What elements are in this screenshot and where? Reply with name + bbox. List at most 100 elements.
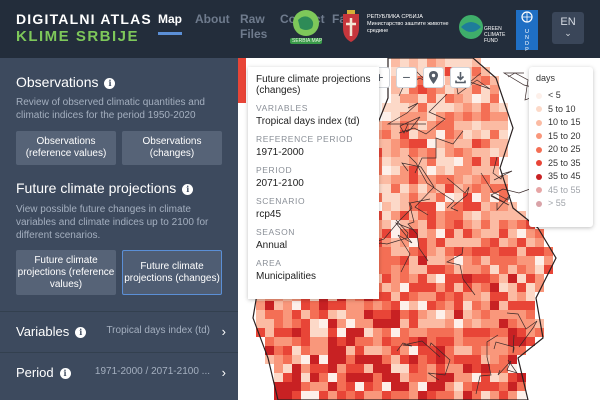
map-cell <box>418 283 427 292</box>
period-value: 1971-2000 / 2071-2100 ... <box>94 366 210 377</box>
legend-item[interactable]: 5 to 10 <box>536 103 586 117</box>
map-cell <box>418 355 427 364</box>
map-cell <box>400 256 409 265</box>
map-cell <box>454 94 463 103</box>
map-cell <box>337 301 346 310</box>
info-icon[interactable]: i <box>59 368 71 380</box>
map-cell <box>391 283 400 292</box>
legend-item[interactable]: 25 to 35 <box>536 157 586 171</box>
projections-reference-button[interactable]: Future climate projections (reference va… <box>16 250 116 295</box>
map-cell <box>508 274 517 283</box>
map-cell <box>454 175 463 184</box>
map-cell <box>373 310 382 319</box>
map-cell <box>463 364 472 373</box>
brand-subtitle[interactable]: KLIME SRBIJE <box>16 28 139 45</box>
map-cell <box>328 391 337 400</box>
map-cell <box>400 157 409 166</box>
map-cell <box>481 256 490 265</box>
green-climate-fund-icon[interactable] <box>456 12 486 42</box>
zoom-out-icon[interactable]: − <box>396 67 417 88</box>
map-cell <box>382 391 391 400</box>
map-cell <box>472 85 481 94</box>
variables-heading: Variables i <box>16 324 87 339</box>
map-cell <box>391 265 400 274</box>
map-cell <box>490 382 499 391</box>
chevron-right-icon: › <box>221 324 226 339</box>
map-cell <box>436 211 445 220</box>
map-cell <box>418 265 427 274</box>
map-cell <box>328 328 337 337</box>
map-cell <box>481 373 490 382</box>
map-cell <box>400 373 409 382</box>
nav-raw-files[interactable]: Raw Files <box>240 12 270 42</box>
nav-about[interactable]: About <box>195 12 230 27</box>
variables-value: Tropical days index (td) <box>106 325 210 336</box>
map-cell <box>454 247 463 256</box>
map-cell <box>445 346 454 355</box>
legend-item[interactable]: 10 to 15 <box>536 116 586 130</box>
nav-map[interactable]: Map <box>158 12 182 27</box>
variables-row[interactable]: Variables i Tropical days index (td) › <box>0 311 238 351</box>
observations-reference-button[interactable]: Observations (reference values) <box>16 131 116 165</box>
map-cell <box>445 247 454 256</box>
map-cell <box>427 310 436 319</box>
info-icon[interactable]: i <box>104 77 116 89</box>
legend-title: days <box>536 73 556 83</box>
legend-items: < 5 5 to 10 10 to 15 15 to 20 20 to 25 25 to … <box>536 89 586 211</box>
map-cell <box>391 130 400 139</box>
map-cell <box>400 355 409 364</box>
map-cell <box>535 238 544 247</box>
map-cell <box>436 229 445 238</box>
map-cell <box>463 292 472 301</box>
map-cell <box>373 382 382 391</box>
projections-description: View possible future changes in climate … <box>16 204 209 241</box>
legend-item[interactable]: 20 to 25 <box>536 143 586 157</box>
map-cell <box>490 130 499 139</box>
info-label-area: AREA <box>256 258 282 268</box>
map-cell <box>463 103 472 112</box>
info-icon[interactable]: i <box>182 183 194 195</box>
undp-logo[interactable]: U N D P <box>516 10 538 53</box>
map-cell <box>427 382 436 391</box>
brand-title[interactable]: DIGITALNI ATLAS <box>16 11 152 27</box>
map-cell <box>454 112 463 121</box>
map-cell <box>481 337 490 346</box>
map-cell <box>445 229 454 238</box>
map-cell <box>364 382 373 391</box>
map-cell <box>283 364 292 373</box>
legend-item[interactable]: > 55 <box>536 197 586 211</box>
map-cell <box>427 364 436 373</box>
map-cell <box>472 382 481 391</box>
location-pin-icon[interactable] <box>423 67 444 88</box>
map-cell <box>418 229 427 238</box>
map-cell <box>418 238 427 247</box>
language-selector[interactable]: EN ⌄ <box>552 12 584 44</box>
map-cell <box>337 355 346 364</box>
projections-changes-button[interactable]: Future climate projections (changes) <box>122 250 222 295</box>
legend-item[interactable]: < 5 <box>536 89 586 103</box>
info-icon[interactable]: i <box>75 327 87 339</box>
observations-changes-button[interactable]: Observations (changes) <box>122 131 222 165</box>
legend-item[interactable]: 45 to 55 <box>536 184 586 198</box>
map-cell <box>391 211 400 220</box>
map-cell <box>409 355 418 364</box>
map-cell <box>481 94 490 103</box>
legend-item[interactable]: 35 to 45 <box>536 170 586 184</box>
download-icon[interactable] <box>450 67 471 88</box>
map-cell <box>472 211 481 220</box>
map-cell <box>463 382 472 391</box>
info-value-season: Annual <box>256 240 288 251</box>
map-cell <box>292 391 301 400</box>
map-cell <box>301 364 310 373</box>
legend-item[interactable]: 15 to 20 <box>536 130 586 144</box>
map-cell <box>481 229 490 238</box>
coat-of-arms-icon[interactable] <box>340 10 362 44</box>
map-cell <box>499 301 508 310</box>
map-cell <box>508 301 517 310</box>
map-cell <box>454 364 463 373</box>
period-row[interactable]: Period i 1971-2000 / 2071-2100 ... › <box>0 352 238 392</box>
map-cell <box>409 139 418 148</box>
map-cell <box>472 94 481 103</box>
map-cell <box>499 355 508 364</box>
map-cell <box>436 148 445 157</box>
